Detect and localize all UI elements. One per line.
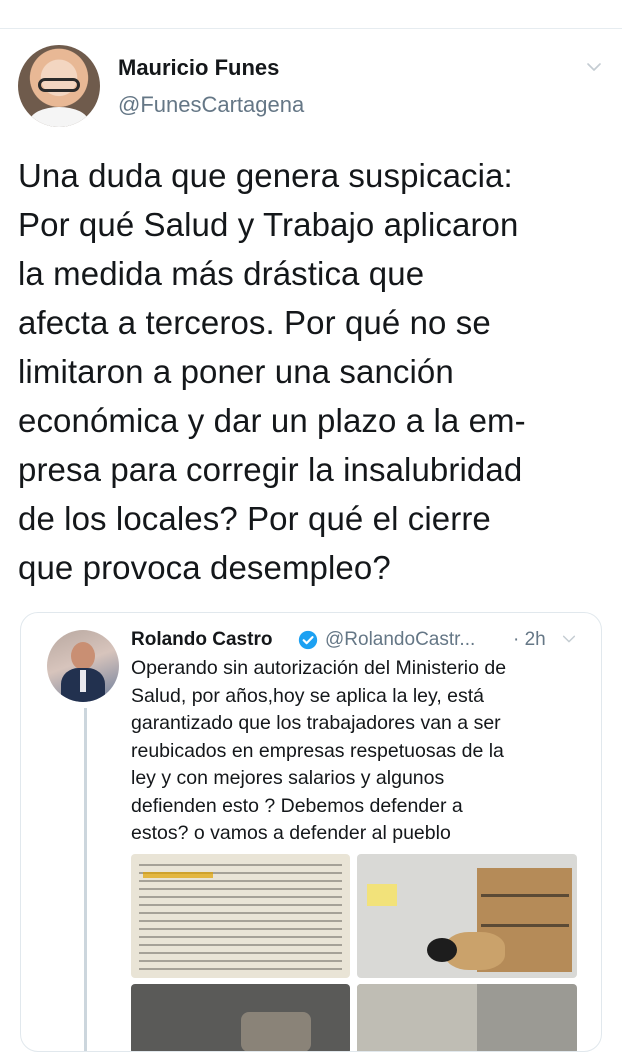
media-wall-photo[interactable] bbox=[357, 984, 577, 1051]
avatar-tie bbox=[80, 670, 86, 692]
document-highlight bbox=[143, 872, 213, 878]
pot bbox=[241, 1012, 311, 1051]
author-name[interactable]: Mauricio Funes bbox=[118, 55, 279, 81]
media-grid bbox=[131, 854, 577, 1051]
media-storage-room-photo[interactable] bbox=[357, 854, 577, 978]
wall-note bbox=[367, 884, 397, 906]
media-document-photo[interactable] bbox=[131, 854, 350, 978]
document-text-lines bbox=[139, 864, 342, 972]
quoted-author-avatar[interactable] bbox=[47, 630, 119, 702]
avatar-face bbox=[71, 642, 95, 670]
chevron-down-icon[interactable] bbox=[585, 58, 603, 76]
verified-badge-icon bbox=[298, 630, 318, 650]
avatar-shirt bbox=[30, 107, 88, 127]
shelf-board bbox=[481, 894, 569, 897]
quoted-tweet-card[interactable]: Rolando Castro @RolandoCastr... · 2h Ope… bbox=[20, 612, 602, 1052]
tweet-text: Una duda que genera suspicacia: Por qué … bbox=[18, 157, 526, 586]
quoted-author-handle[interactable]: @RolandoCastr... bbox=[325, 629, 475, 651]
quoted-tweet-text: Operando sin autorización del Ministerio… bbox=[131, 657, 507, 844]
wall bbox=[357, 984, 477, 1051]
author-handle[interactable]: @FunesCartagena bbox=[118, 92, 304, 118]
thread-line bbox=[84, 708, 87, 1051]
quoted-timestamp[interactable]: · 2h bbox=[513, 629, 546, 651]
avatar-glasses bbox=[38, 78, 80, 92]
shelf-board bbox=[481, 924, 569, 927]
quoted-author-name[interactable]: Rolando Castro bbox=[131, 629, 272, 651]
author-avatar[interactable] bbox=[18, 45, 100, 127]
quoted-chevron-down-icon[interactable] bbox=[561, 631, 577, 647]
bag bbox=[427, 938, 457, 962]
media-kitchen-photo[interactable] bbox=[131, 984, 350, 1051]
top-bar bbox=[0, 0, 622, 29]
